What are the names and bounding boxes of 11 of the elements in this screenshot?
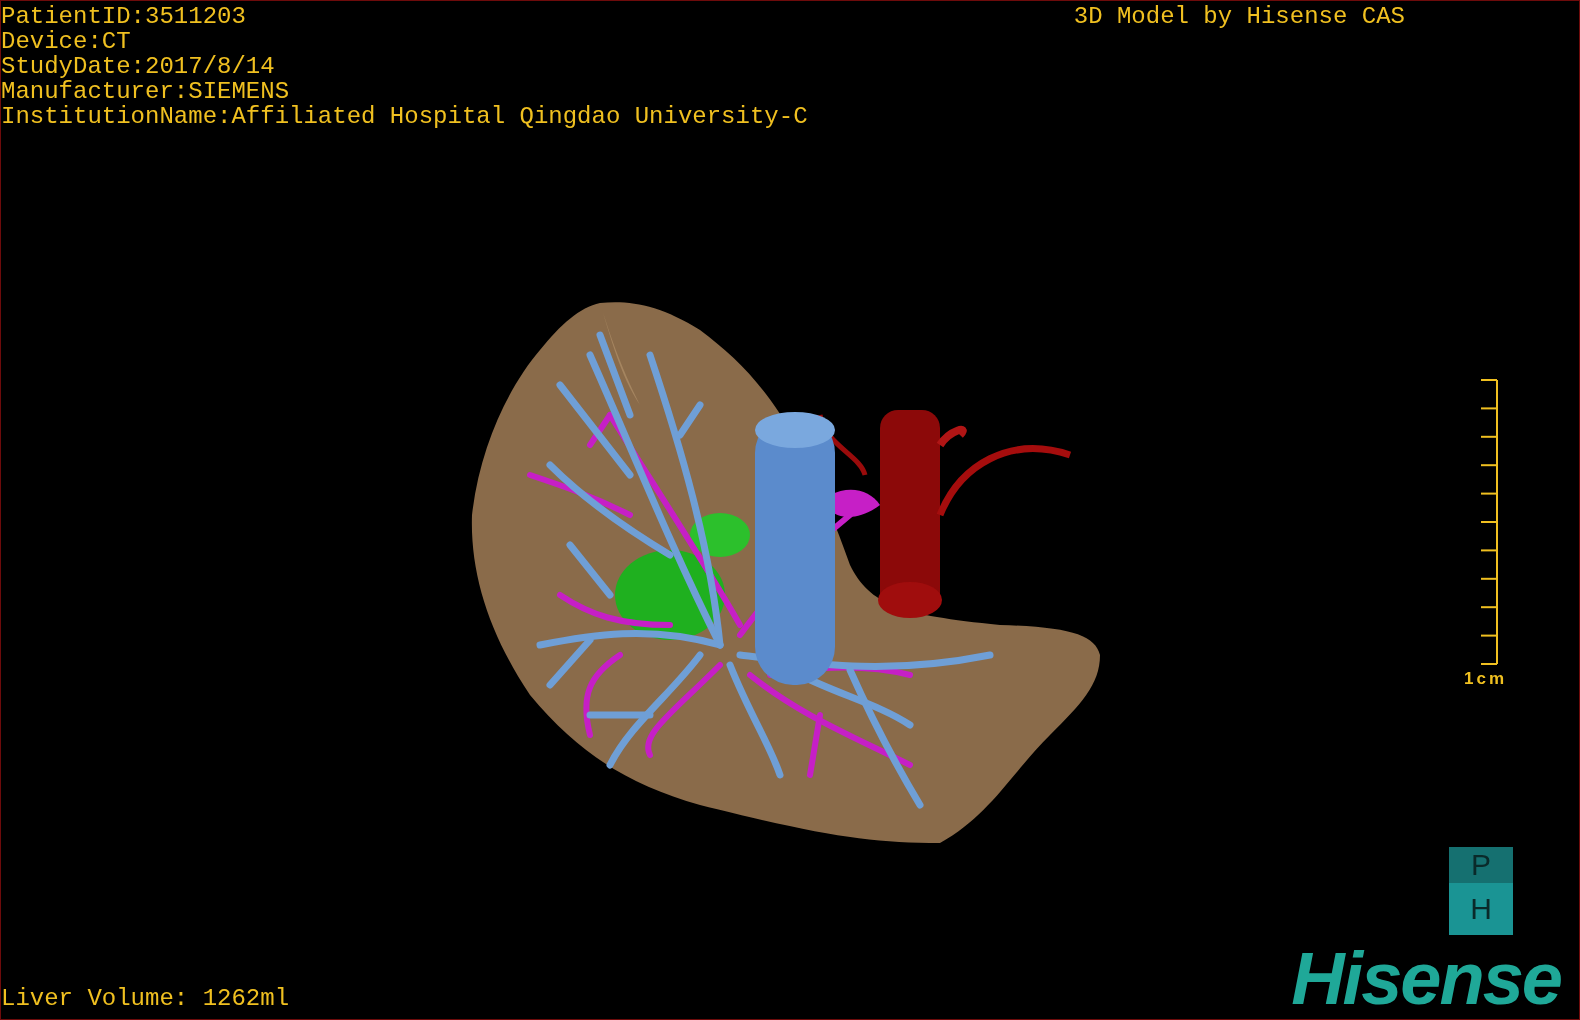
patient-info-text: Manufacturer:SIEMENS (1, 79, 291, 104)
scale-label: 1cm (1463, 669, 1507, 689)
badge-letter: P (1449, 847, 1513, 883)
badge-letter: H (1449, 883, 1513, 935)
patient-info-text: PatientID:3511203 (1, 4, 247, 29)
brand-logo: Hisense (1291, 939, 1562, 1019)
model-credit-text: 3D Model by Hisense CAS (1073, 2, 1405, 32)
patient-info-text: StudyDate:2017/8/14 (1, 54, 276, 79)
patient-info-text: Device:CT (1, 29, 132, 54)
liver-volume-text: Liver Volume: 1262ml (1, 986, 290, 1014)
patient-info-text: InstitutionName:Affiliated Hospital Qingdao University-C (1, 104, 808, 129)
